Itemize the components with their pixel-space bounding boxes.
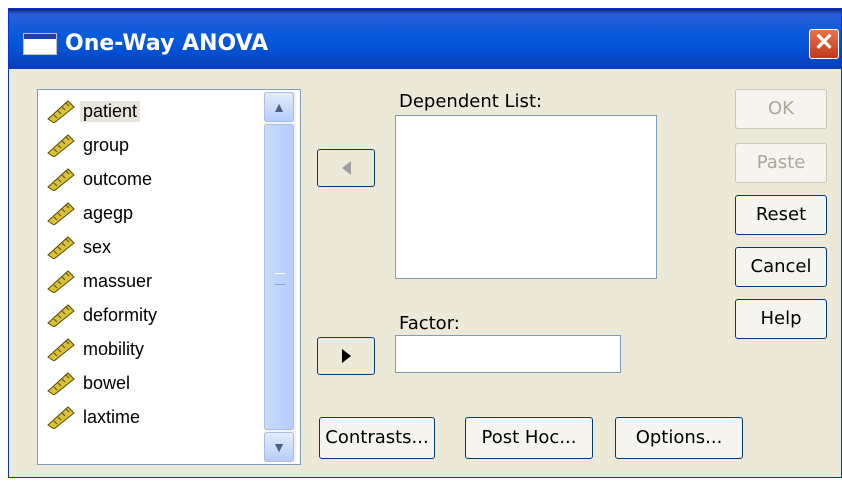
scale-ruler-icon xyxy=(46,235,76,260)
dependent-list-label: Dependent List: xyxy=(399,91,543,112)
cancel-button[interactable]: Cancel xyxy=(735,247,827,287)
variable-list-item[interactable]: patient xyxy=(46,96,141,126)
scale-ruler-icon xyxy=(46,99,76,124)
scale-ruler-icon xyxy=(46,201,76,226)
post-hoc-button[interactable]: Post Hoc... xyxy=(465,417,593,459)
variable-label: patient xyxy=(80,100,141,122)
chevron-up-icon: ▲ xyxy=(272,99,286,115)
variable-label: mobility xyxy=(83,338,145,359)
scale-ruler-icon xyxy=(46,269,76,294)
variable-label: laxtime xyxy=(83,406,141,427)
window-icon xyxy=(23,33,57,55)
variable-label: group xyxy=(83,134,130,155)
factor-label: Factor: xyxy=(399,313,460,334)
scale-ruler-icon xyxy=(46,303,76,328)
scroll-up-button[interactable]: ▲ xyxy=(264,92,294,122)
title-bar[interactable]: One-Way ANOVA ✕ xyxy=(9,9,841,69)
variable-label: agegp xyxy=(83,202,134,223)
close-icon: ✕ xyxy=(813,29,835,56)
variable-list-item[interactable]: mobility xyxy=(46,334,147,364)
variable-list-scrollbar[interactable]: ▲ ▼ xyxy=(264,92,296,462)
reset-button[interactable]: Reset xyxy=(735,195,827,235)
one-way-anova-dialog: One-Way ANOVA ✕ patient group outcome agegp… xyxy=(8,8,842,478)
chevron-down-icon: ▼ xyxy=(272,439,286,455)
variable-list-item[interactable]: laxtime xyxy=(46,402,143,432)
variable-label: sex xyxy=(83,236,112,257)
scale-ruler-icon xyxy=(46,167,76,192)
variable-list-item[interactable]: group xyxy=(46,130,132,160)
variable-list-item[interactable]: bowel xyxy=(46,368,133,398)
variable-list-item[interactable]: deformity xyxy=(46,300,160,330)
variable-list-item[interactable]: outcome xyxy=(46,164,155,194)
scale-ruler-icon xyxy=(46,133,76,158)
factor-input[interactable] xyxy=(395,335,621,373)
variable-label: massuer xyxy=(83,270,153,291)
variable-source-list[interactable]: patient group outcome agegp sex massuer deform… xyxy=(37,89,301,465)
variable-label: outcome xyxy=(83,168,153,189)
arrow-right-icon xyxy=(342,349,351,363)
help-button[interactable]: Help xyxy=(735,299,827,339)
options-button[interactable]: Options... xyxy=(615,417,743,459)
paste-button[interactable]: Paste xyxy=(735,143,827,183)
variable-list-item[interactable]: agegp xyxy=(46,198,136,228)
variable-label: deformity xyxy=(83,304,158,325)
scroll-thumb[interactable] xyxy=(264,124,294,430)
variable-list-item[interactable]: sex xyxy=(46,232,114,262)
scale-ruler-icon xyxy=(46,337,76,362)
scroll-down-button[interactable]: ▼ xyxy=(264,432,294,462)
window-title: One-Way ANOVA xyxy=(65,31,269,56)
move-to-dependent-button[interactable] xyxy=(317,149,375,187)
ok-button[interactable]: OK xyxy=(735,89,827,129)
move-to-factor-button[interactable] xyxy=(317,337,375,375)
variable-list-item[interactable]: massuer xyxy=(46,266,155,296)
dependent-list-box[interactable] xyxy=(395,115,657,279)
arrow-left-icon xyxy=(342,161,351,175)
close-button[interactable]: ✕ xyxy=(809,29,839,59)
contrasts-button[interactable]: Contrasts... xyxy=(319,417,435,459)
scale-ruler-icon xyxy=(46,371,76,396)
scale-ruler-icon xyxy=(46,405,76,430)
variable-label: bowel xyxy=(83,372,131,393)
scroll-grip xyxy=(275,273,285,285)
